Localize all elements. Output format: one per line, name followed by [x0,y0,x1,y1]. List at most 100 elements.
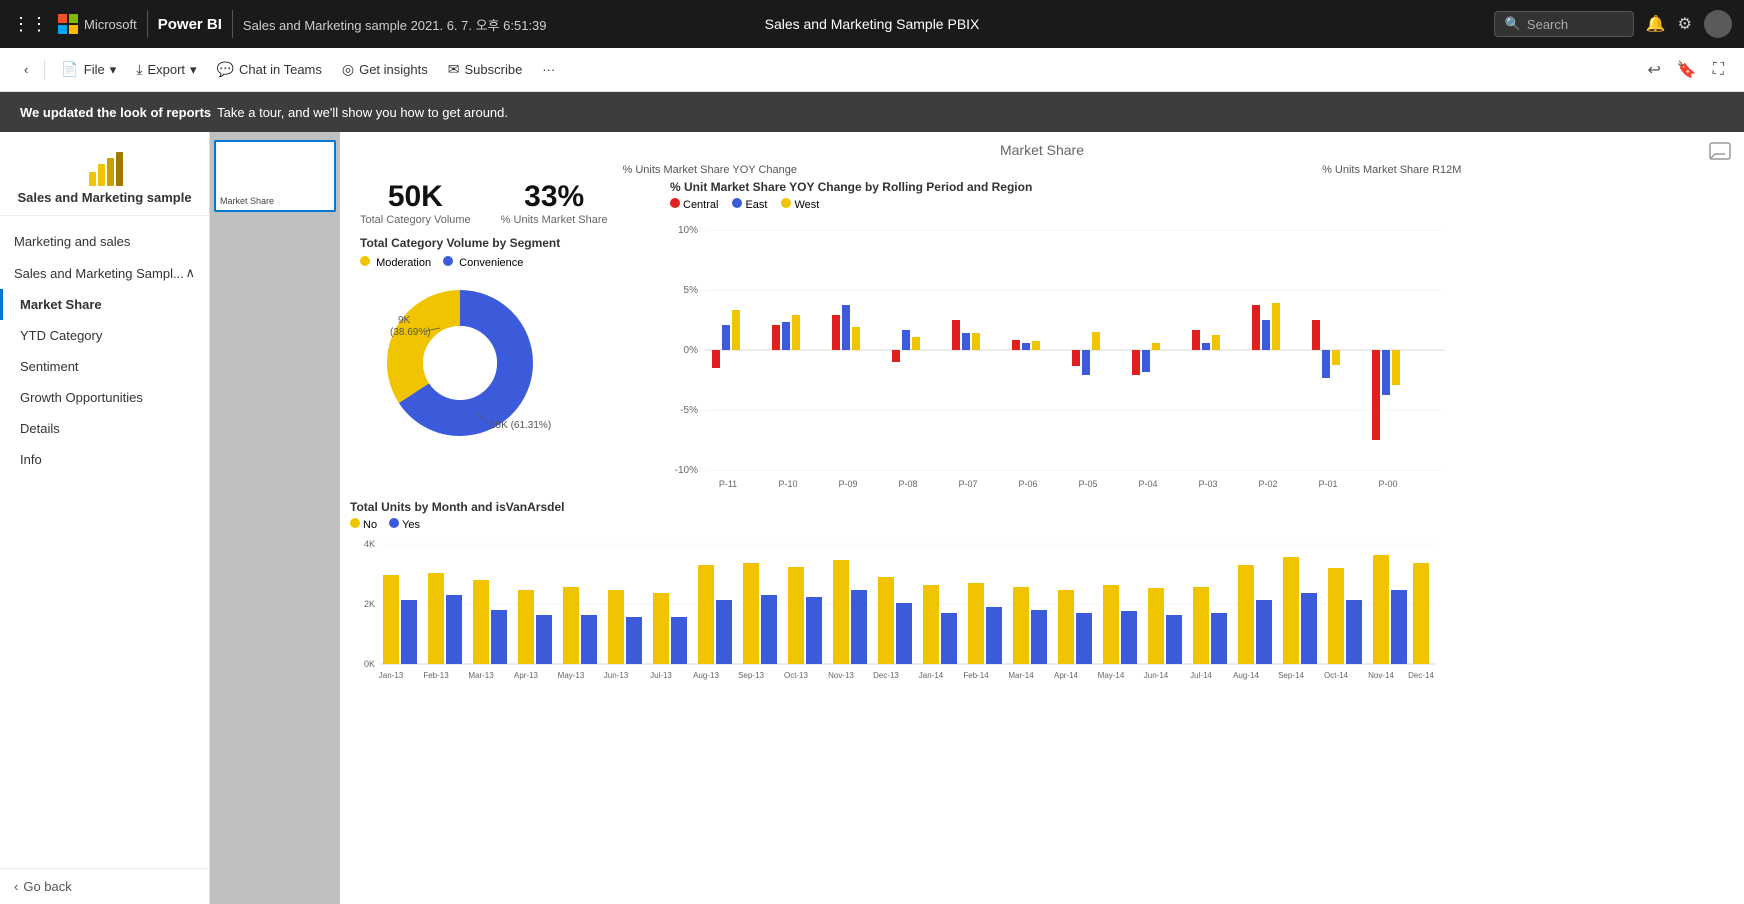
charts-section: 50K Total Category Volume 33% % Units Ma… [340,180,1744,500]
legend-moderation: Moderation [360,256,431,269]
donut-chart-container: 9K (38.69%) 15K (61.31%) [360,273,560,458]
svg-text:Aug-13: Aug-13 [693,671,719,680]
sidebar-section-header[interactable]: Sales and Marketing Sampl... ∧ [0,257,209,289]
legend-dot-moderation [360,256,370,266]
export-icon: ⤓ [136,61,142,78]
kpi-total-volume: 50K Total Category Volume [360,180,471,226]
notice-text: Take a tour, and we'll show you how to g… [217,105,508,120]
sidebar-app-title: Sales and Marketing sample [17,190,191,205]
svg-text:Jan-13: Jan-13 [379,671,404,680]
thumb-market-share[interactable]: Market Share [214,140,336,212]
svg-text:Jul-14: Jul-14 [1190,671,1212,680]
sidebar-item-market-share[interactable]: Market Share [0,289,209,320]
file-button[interactable]: 📄 File ▾ [53,56,124,83]
insights-button[interactable]: ◎ Get insights [334,56,436,83]
svg-text:Jun-13: Jun-13 [604,671,629,680]
donut-legend: Moderation Convenience [360,256,650,269]
svg-text:Mar-14: Mar-14 [1008,671,1034,680]
svg-text:P-11: P-11 [719,479,737,489]
sidebar-item-market-share-label: Market Share [20,297,102,312]
yoy-legend-west: West [781,198,819,211]
undo-button[interactable]: ↩ [1643,56,1664,84]
waffle-icon[interactable]: ⋮⋮ [12,14,48,35]
svg-text:Dec-13: Dec-13 [873,671,899,680]
svg-text:Dec-14: Dec-14 [1408,671,1434,680]
legend-dot-west [781,198,791,208]
report-title: Market Share [340,132,1744,164]
topbar-divider2 [232,10,233,38]
svg-text:0K: 0K [364,659,375,669]
svg-text:Oct-13: Oct-13 [784,671,809,680]
file-icon: 📄 [61,61,78,78]
notice-banner: We updated the look of reports Take a to… [0,92,1744,132]
subscribe-icon: ✉ [448,61,460,78]
yoy-section: % Unit Market Share YOY Change by Rollin… [670,180,1734,500]
bell-icon[interactable]: 🔔 [1646,14,1666,34]
insights-icon: ◎ [342,61,354,78]
yoy-bar-chart: 10% 5% 0% -5% -10% [670,215,1450,495]
svg-text:Jun-14: Jun-14 [1144,671,1169,680]
svg-text:P-09: P-09 [838,479,857,489]
yoy-chart-title: % Unit Market Share YOY Change by Rollin… [670,180,1734,194]
kpi-market-share: 33% % Units Market Share [501,180,608,226]
sidebar-item-details[interactable]: Details [0,413,209,444]
page-thumbnails: Market Share [210,132,340,904]
kpi-label-share: % Units Market Share [501,214,608,226]
donut-svg: 9K (38.69%) 15K (61.31%) [360,273,560,453]
topbar: ⋮⋮ Microsoft Power BI Sales and Marketin… [0,0,1744,48]
legend-dot-yes [389,518,399,528]
main-layout: Sales and Marketing sample Marketing and… [0,132,1744,904]
more-label: ··· [542,62,555,77]
search-box[interactable]: 🔍 Search [1494,11,1634,37]
sidebar-item-ytd-label: YTD Category [20,328,102,343]
subscribe-button[interactable]: ✉ Subscribe [440,56,531,83]
svg-text:5%: 5% [684,285,699,296]
sidebar-item-marketing[interactable]: Marketing and sales [0,226,209,257]
export-label: Export [147,62,185,77]
toolbar-right: ↩ 🔖 ⛶ [1643,56,1728,84]
bookmark-button[interactable]: 🔖 [1673,56,1701,84]
topbar-divider [147,10,148,38]
sidebar: Sales and Marketing sample Marketing and… [0,132,210,904]
insights-label: Get insights [359,62,428,77]
legend-convenience: Convenience [443,256,523,269]
sidebar-item-sentiment[interactable]: Sentiment [0,351,209,382]
svg-text:9K: 9K [398,315,411,326]
comment-button[interactable] [1708,140,1732,169]
donut-title: Total Category Volume by Segment [360,236,650,250]
sidebar-item-ytd-category[interactable]: YTD Category [0,320,209,351]
file-label: File [84,62,105,77]
export-button[interactable]: ⤓ Export ▾ [128,56,204,83]
report-canvas: Market Share % Units Market Share YOY Ch… [340,132,1744,904]
svg-text:Apr-14: Apr-14 [1054,671,1079,680]
svg-text:P-05: P-05 [1078,479,1097,489]
subscribe-label: Subscribe [464,62,522,77]
settings-icon[interactable]: ⚙ [1678,14,1692,34]
sidebar-item-info[interactable]: Info [0,444,209,475]
sidebar-item-growth[interactable]: Growth Opportunities [0,382,209,413]
svg-text:P-08: P-08 [898,479,917,489]
svg-text:Nov-13: Nov-13 [828,671,854,680]
bottom-chart-section: Total Units by Month and isVanArsdel No … [340,500,1744,700]
donut-section: Total Category Volume by Segment Moderat… [350,236,660,458]
sidebar-item-info-label: Info [20,452,42,467]
left-section: 50K Total Category Volume 33% % Units Ma… [350,180,660,500]
svg-text:P-01: P-01 [1318,479,1337,489]
user-avatar[interactable] [1704,10,1732,38]
toolbar: ‹ 📄 File ▾ ⤓ Export ▾ 💬 Chat in Teams ◎ … [0,48,1744,92]
svg-text:Sep-13: Sep-13 [738,671,764,680]
sidebar-item-sentiment-label: Sentiment [20,359,79,374]
svg-text:P-00: P-00 [1378,479,1397,489]
svg-text:2K: 2K [364,599,375,609]
search-icon: 🔍 [1505,16,1521,32]
kpi-row: 50K Total Category Volume 33% % Units Ma… [350,180,660,236]
svg-text:P-10: P-10 [778,479,797,489]
topbar-right: 🔍 Search 🔔 ⚙ [1494,10,1732,38]
expand-button[interactable]: ⛶ [1709,57,1728,83]
chat-teams-button[interactable]: 💬 Chat in Teams [209,56,330,83]
go-back-button[interactable]: ‹ Go back [14,879,195,894]
more-button[interactable]: ··· [534,57,563,82]
file-chevron: ▾ [110,62,117,78]
back-button[interactable]: ‹ [16,57,36,82]
report-area: Market Share Market Share % Units Market… [210,132,1744,904]
